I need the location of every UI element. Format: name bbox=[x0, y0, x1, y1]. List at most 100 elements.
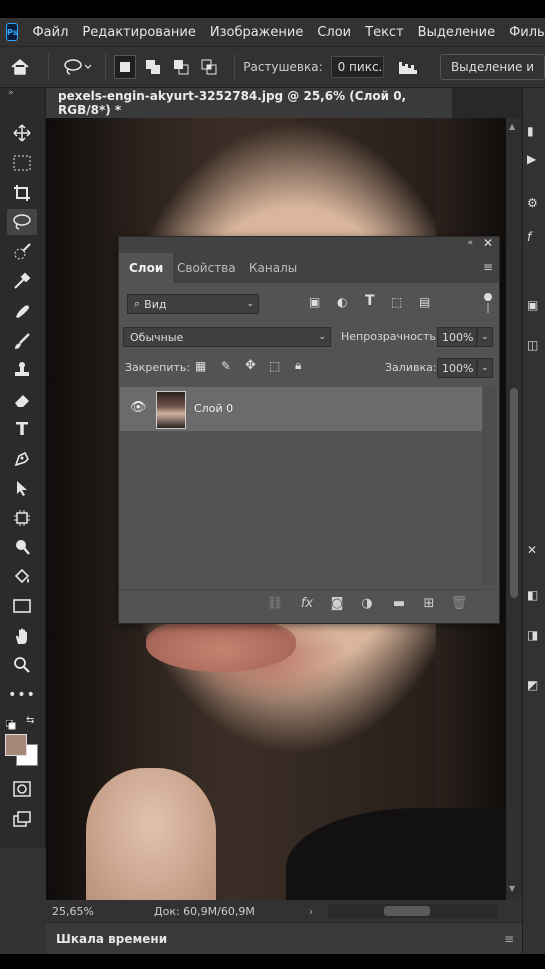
crop-tool-icon[interactable] bbox=[7, 180, 37, 206]
color-panel-icon[interactable]: ◩ bbox=[527, 678, 543, 694]
default-colors-icon[interactable] bbox=[5, 715, 16, 730]
screen-mode-icon[interactable] bbox=[7, 806, 37, 832]
timeline-panel-header[interactable]: Шкала времени ≡ bbox=[46, 922, 522, 954]
hand-tool-icon[interactable] bbox=[7, 623, 37, 649]
swap-colors-icon[interactable]: ⇆ bbox=[26, 715, 34, 726]
vertical-scroll-thumb[interactable] bbox=[510, 388, 518, 598]
tools-panel-icon[interactable]: ✕ bbox=[527, 543, 543, 559]
horizontal-scrollbar[interactable] bbox=[328, 904, 498, 918]
filter-type-icon[interactable]: T bbox=[365, 293, 387, 311]
layer-row[interactable]: 👁︎ Слой 0 bbox=[120, 387, 482, 431]
lasso-preset-icon[interactable] bbox=[57, 58, 97, 76]
pen-tool-icon[interactable] bbox=[7, 446, 37, 472]
home-icon[interactable] bbox=[0, 58, 40, 76]
panel-menu-icon[interactable]: ≡ bbox=[483, 260, 493, 274]
filter-shape-icon[interactable]: ⬚ bbox=[391, 295, 413, 313]
menu-image[interactable]: Изображение bbox=[210, 25, 303, 40]
properties-panel-icon[interactable]: ◨ bbox=[527, 628, 543, 644]
menu-type[interactable]: Текст bbox=[365, 25, 404, 40]
select-subject-button[interactable]: Выделение и bbox=[439, 54, 545, 80]
eyedropper-tool-icon[interactable] bbox=[7, 268, 37, 294]
fx-panel-icon[interactable]: f bbox=[527, 230, 543, 246]
photoshop-logo-icon[interactable]: Ps bbox=[6, 23, 19, 41]
link-layers-icon[interactable]: ⛓︎ bbox=[265, 594, 285, 612]
layer-thumbnail[interactable] bbox=[156, 391, 186, 429]
paths-panel-icon[interactable]: ◧ bbox=[527, 588, 543, 604]
panel-header[interactable]: « ✕ bbox=[119, 236, 499, 253]
path-selection-tool-icon[interactable] bbox=[7, 475, 37, 501]
menu-select[interactable]: Выделение bbox=[418, 25, 495, 40]
clone-stamp-tool-icon[interactable] bbox=[7, 357, 37, 383]
quick-mask-icon[interactable] bbox=[7, 776, 37, 802]
adjustments-icon[interactable]: ⚙ bbox=[527, 196, 543, 212]
menu-layers[interactable]: Слои bbox=[317, 25, 351, 40]
paint-bucket-tool-icon[interactable] bbox=[7, 564, 37, 590]
anti-alias-icon[interactable] bbox=[396, 59, 422, 75]
intersect-selection-button[interactable] bbox=[198, 55, 220, 79]
new-selection-button[interactable] bbox=[114, 55, 137, 79]
lock-all-icon[interactable]: 🔒︎ bbox=[295, 358, 301, 373]
zoom-readout[interactable]: 25,65% bbox=[52, 905, 132, 918]
fill-dropdown-icon[interactable]: ⌄ bbox=[477, 358, 493, 378]
healing-brush-tool-icon[interactable] bbox=[7, 298, 37, 324]
tab-properties[interactable]: Свойства bbox=[167, 253, 246, 283]
status-chevron-icon[interactable]: › bbox=[309, 905, 313, 918]
filter-pixel-icon[interactable]: ▣ bbox=[309, 295, 331, 313]
menu-file[interactable]: Файл bbox=[32, 25, 68, 40]
filter-smart-object-icon[interactable]: ▤ bbox=[419, 295, 441, 313]
type-tool-icon[interactable]: T bbox=[7, 416, 37, 442]
move-tool-icon[interactable] bbox=[7, 120, 37, 146]
scroll-up-icon[interactable]: ▲ bbox=[509, 122, 515, 131]
delete-layer-icon[interactable]: 🗑︎ bbox=[449, 594, 469, 612]
menu-filter[interactable]: Фильтр bbox=[509, 25, 545, 40]
horizontal-scroll-thumb[interactable] bbox=[384, 906, 430, 916]
opacity-dropdown-icon[interactable]: ⌄ bbox=[477, 327, 493, 347]
lock-position-icon[interactable]: ✥ bbox=[245, 358, 256, 373]
rectangle-tool-icon[interactable] bbox=[7, 593, 37, 619]
vertical-scrollbar[interactable]: ▲ ▼ bbox=[506, 118, 522, 900]
lock-transparency-icon[interactable]: ▦ bbox=[195, 359, 206, 373]
subtract-from-selection-button[interactable] bbox=[170, 55, 192, 79]
layer-name[interactable]: Слой 0 bbox=[194, 402, 233, 415]
lasso-tool-icon[interactable] bbox=[7, 209, 37, 235]
layers-scrollbar[interactable] bbox=[483, 387, 497, 585]
layers-panel-icon[interactable]: ◫ bbox=[527, 338, 543, 354]
zoom-tool-icon[interactable] bbox=[7, 652, 37, 678]
tab-layers[interactable]: Слои bbox=[119, 253, 174, 283]
close-panel-icon[interactable]: ✕ bbox=[483, 236, 493, 250]
libraries-icon[interactable]: ▣ bbox=[527, 298, 543, 314]
document-tab[interactable]: pexels-engin-akyurt-3252784.jpg @ 25,6% … bbox=[46, 88, 452, 118]
foreground-color-swatch[interactable] bbox=[5, 734, 27, 756]
feather-input[interactable]: 0 пикс. bbox=[330, 56, 385, 78]
more-tools-icon[interactable]: ••• bbox=[7, 682, 37, 708]
add-to-selection-button[interactable] bbox=[142, 55, 164, 79]
layer-filter-select[interactable]: ⌕ Вид ⌄ bbox=[127, 294, 259, 314]
scroll-down-icon[interactable]: ▼ bbox=[509, 884, 515, 893]
play-actions-icon[interactable]: ▶ bbox=[527, 152, 543, 168]
lock-artboard-icon[interactable]: ⬚ bbox=[269, 359, 280, 373]
history-panel-icon[interactable]: ▮ bbox=[527, 124, 543, 140]
new-layer-icon[interactable]: ⊞ bbox=[419, 594, 439, 612]
new-adjustment-layer-icon[interactable]: ◑ bbox=[357, 594, 377, 612]
menu-edit[interactable]: Редактирование bbox=[82, 25, 195, 40]
timeline-menu-icon[interactable]: ≡ bbox=[504, 932, 514, 946]
doc-size-info[interactable]: Док: 60,9M/60,9M bbox=[154, 905, 255, 918]
collapse-tools-icon[interactable]: » bbox=[8, 88, 14, 98]
frame-tool-icon[interactable] bbox=[7, 505, 37, 531]
lock-image-icon[interactable]: ✎ bbox=[221, 359, 231, 373]
add-layer-style-icon[interactable]: fx bbox=[297, 594, 317, 612]
tab-channels[interactable]: Каналы bbox=[239, 253, 307, 283]
blend-mode-select[interactable]: Обычные ⌄ bbox=[123, 327, 331, 347]
fill-input[interactable]: 100% bbox=[437, 358, 477, 378]
visibility-eye-icon[interactable]: 👁︎ bbox=[130, 400, 147, 415]
quick-select-tool-icon[interactable] bbox=[7, 239, 37, 265]
filter-adjustment-icon[interactable]: ◐ bbox=[337, 295, 359, 313]
filter-toggle[interactable] bbox=[484, 293, 492, 313]
marquee-tool-icon[interactable] bbox=[7, 150, 37, 176]
opacity-input[interactable]: 100% bbox=[437, 327, 477, 347]
eraser-tool-icon[interactable] bbox=[7, 387, 37, 413]
new-group-icon[interactable]: ▬ bbox=[389, 594, 409, 612]
collapse-panel-icon[interactable]: « bbox=[467, 238, 473, 248]
brush-tool-icon[interactable] bbox=[7, 328, 37, 354]
add-mask-icon[interactable]: ◙ bbox=[327, 594, 347, 612]
